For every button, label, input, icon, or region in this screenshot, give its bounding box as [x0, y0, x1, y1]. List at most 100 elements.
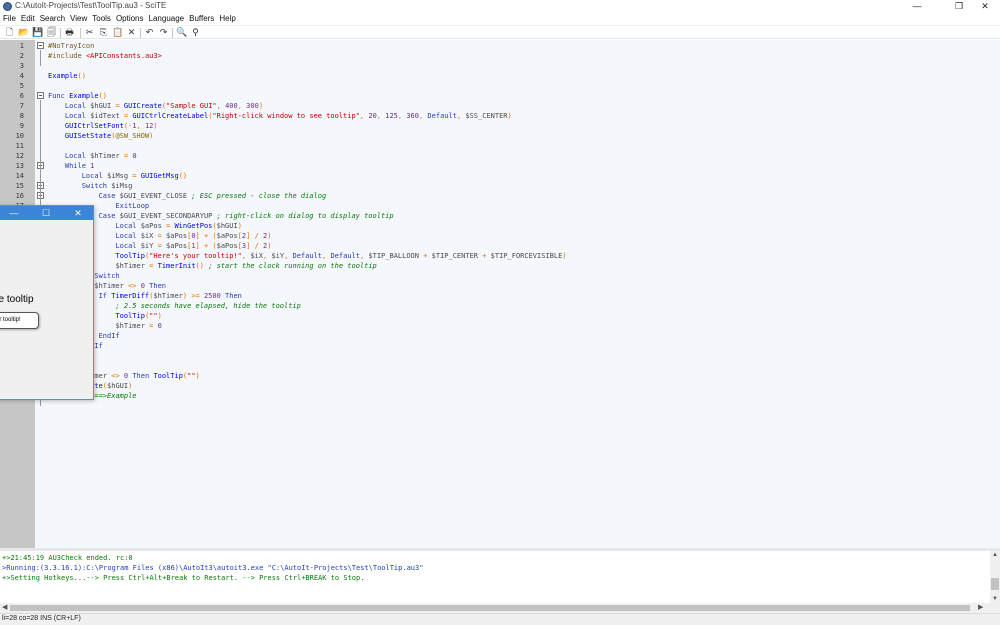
close-button[interactable]: ✕: [970, 0, 1000, 13]
paste-icon[interactable]: 📋: [112, 27, 123, 38]
tooltip-balloon: ur tooltip!: [0, 312, 39, 329]
code-token: ): [258, 102, 264, 110]
code-token: (): [77, 72, 86, 80]
code-token: ,: [284, 252, 293, 260]
menu-file[interactable]: File: [0, 13, 18, 25]
find-icon[interactable]: 🔍: [176, 27, 187, 38]
sample-gui-close-button[interactable]: ✕: [71, 206, 85, 220]
code-token: ; right-click on dialog to display toolt…: [212, 212, 394, 220]
code-token: $SS_CENTER: [465, 112, 508, 120]
code-token: =: [119, 112, 133, 120]
code-line[interactable]: #include <APIConstants.au3>: [48, 51, 162, 61]
code-token: ): [267, 242, 272, 250]
code-token: Local: [48, 112, 91, 120]
code-token: ] + (: [195, 242, 217, 250]
window-titlebar[interactable]: C:\AutoIt-Projects\Test\ToolTip.au3 - Sc…: [0, 0, 1000, 13]
code-line[interactable]: Case $GUI_EVENT_CLOSE ; ESC pressed - cl…: [48, 191, 327, 201]
sample-gui-minimize-button[interactable]: —: [7, 206, 21, 220]
code-token: $TIP_BALLOON: [368, 252, 419, 260]
toolbar-separator: [172, 28, 173, 38]
code-token: $iMsg: [107, 172, 129, 180]
code-line[interactable]: While 1: [48, 161, 95, 171]
code-editor[interactable]: 1234567891011121314151617181920212223242…: [0, 40, 1000, 548]
toolbar-separator: [60, 28, 61, 38]
line-number: 11: [15, 142, 24, 150]
output-pane[interactable]: +>21:45:19 AU3Check ended. rc:0 >Running:…: [0, 551, 990, 603]
menu-tools[interactable]: Tools: [89, 13, 113, 25]
code-line[interactable]: Local $hTimer = 0: [48, 151, 137, 161]
code-token: =: [153, 242, 167, 250]
fold-guide-line: [40, 50, 41, 66]
code-line[interactable]: ToolTip("Here's your tooltip!", $iX, $iY…: [48, 251, 566, 261]
code-token: Switch: [48, 182, 112, 190]
code-token: Local: [48, 152, 91, 160]
code-token: ,: [136, 122, 145, 130]
code-token: GUICreate: [123, 102, 162, 110]
menu-language[interactable]: Language: [146, 13, 187, 25]
code-line[interactable]: Local $idText = GUICtrlCreateLabel("Righ…: [48, 111, 512, 121]
code-token: =: [144, 262, 158, 270]
code-token: ] + (: [195, 232, 217, 240]
menu-search[interactable]: Search: [37, 13, 67, 25]
code-token: $GUI_EVENT_CLOSE: [119, 192, 188, 200]
vertical-scroll-thumb[interactable]: [991, 578, 999, 590]
copy-icon[interactable]: ⎘: [98, 27, 109, 38]
menu-options[interactable]: Options: [113, 13, 146, 25]
code-line[interactable]: $hTimer = TimerInit() ; start the clock …: [48, 261, 376, 271]
line-number: 8: [19, 112, 24, 120]
scroll-up-arrow-icon[interactable]: ▲: [990, 551, 1000, 559]
sample-gui-titlebar[interactable]: — ☐ ✕: [0, 206, 93, 220]
sample-gui-maximize-button[interactable]: ☐: [39, 206, 53, 220]
minimize-button[interactable]: —: [902, 0, 932, 13]
menu-edit[interactable]: Edit: [18, 13, 37, 25]
code-token: 400: [225, 102, 238, 110]
scroll-right-arrow-icon[interactable]: ▶: [978, 603, 986, 613]
sample-gui-window[interactable]: — ☐ ✕ ee tooltip ur tooltip!: [0, 205, 94, 400]
open-folder-icon[interactable]: 📂: [18, 27, 29, 38]
code-token: $aPos: [140, 222, 162, 230]
horizontal-scroll-thumb[interactable]: [10, 605, 970, 611]
code-token: =: [153, 232, 167, 240]
redo-icon[interactable]: ↷: [158, 27, 169, 38]
save-icon[interactable]: 💾: [32, 27, 43, 38]
menu-help[interactable]: Help: [216, 13, 237, 25]
fold-toggle-icon[interactable]: [37, 92, 44, 99]
line-number: 2: [19, 52, 24, 60]
code-token: (): [195, 262, 204, 270]
code-line[interactable]: Example(): [48, 71, 86, 81]
line-number: 13: [15, 162, 24, 170]
status-bar: li=28 co=28 INS (CR+LF): [0, 613, 1000, 625]
code-token: Then: [144, 282, 167, 290]
code-token: Default: [427, 112, 457, 120]
code-token: ): [128, 382, 133, 390]
code-token: Local: [48, 172, 108, 180]
code-line[interactable]: Local $hGUI = GUICreate("Sample GUI", 40…: [48, 101, 263, 111]
code-token: =: [119, 152, 133, 160]
code-token: ): [153, 122, 158, 130]
code-line[interactable]: #NoTrayIcon: [48, 41, 94, 51]
print-icon[interactable]: 🖶: [64, 27, 75, 38]
replace-icon[interactable]: ⚲: [190, 27, 201, 38]
delete-icon[interactable]: ✕: [126, 27, 137, 38]
code-line[interactable]: GUISetState(@SW_SHOW): [48, 131, 154, 141]
undo-icon[interactable]: ↶: [144, 27, 155, 38]
line-number: 7: [19, 102, 24, 110]
code-token: While: [48, 162, 91, 170]
menu-buffers[interactable]: Buffers: [186, 13, 216, 25]
output-line: >Running:(3.3.16.1):C:\Program Files (x8…: [2, 564, 424, 572]
scroll-left-arrow-icon[interactable]: ◀: [2, 603, 10, 613]
save-as-icon[interactable]: 🗐: [46, 27, 57, 38]
code-line[interactable]: GUICtrlSetFont(-1, 12): [48, 121, 158, 131]
fold-toggle-icon[interactable]: [37, 42, 44, 49]
code-line[interactable]: Func Example(): [48, 91, 107, 101]
cut-icon[interactable]: ✂: [84, 27, 95, 38]
code-token: ,: [376, 112, 386, 120]
menu-view[interactable]: View: [67, 13, 89, 25]
new-file-icon[interactable]: 🗋: [4, 27, 15, 38]
code-line[interactable]: Local $iMsg = GUIGetMsg(): [48, 171, 187, 181]
code-token: ): [507, 112, 512, 120]
scroll-down-arrow-icon[interactable]: ▼: [990, 595, 1000, 603]
code-line[interactable]: Case $GUI_EVENT_SECONDARYUP ; right-clic…: [48, 211, 394, 221]
code-line[interactable]: Switch $iMsg: [48, 181, 133, 191]
code-token: 0: [132, 152, 137, 160]
